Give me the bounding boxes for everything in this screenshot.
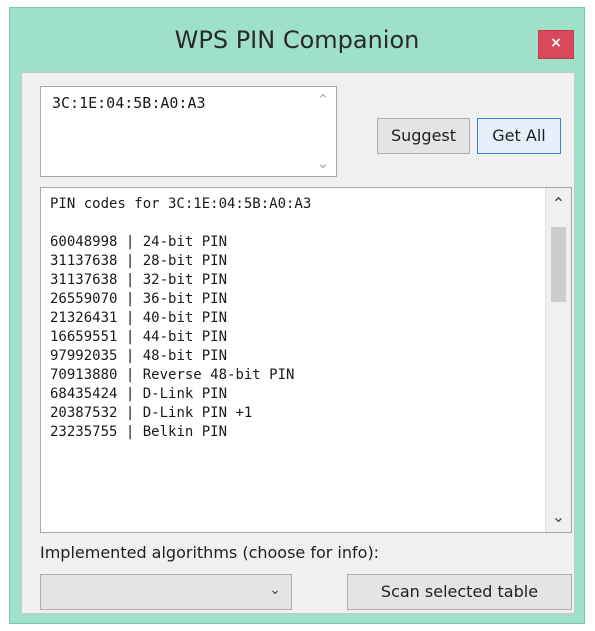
app-window: WPS PIN Companion × 3C:1E:04:5B:A0:A3 ⌃ …	[9, 7, 585, 624]
pin-row: 26559070 | 36-bit PIN	[50, 291, 228, 307]
pin-algorithm: D-Link PIN +1	[142, 405, 253, 421]
chevron-up-icon[interactable]: ⌃	[546, 194, 571, 213]
pin-code: 31137638	[50, 272, 118, 288]
pin-algorithm: 44-bit PIN	[142, 329, 228, 345]
pin-results-content: PIN codes for 3C:1E:04:5B:A0:A3 60048998…	[50, 195, 541, 442]
window-title: WPS PIN Companion	[174, 26, 420, 54]
results-scrollbar[interactable]: ⌃ ⌄	[545, 188, 571, 532]
main-panel: 3C:1E:04:5B:A0:A3 ⌃ ⌄ Suggest Get All PI…	[21, 72, 575, 614]
pin-code: 31137638	[50, 253, 118, 269]
pin-code: 60048998	[50, 234, 118, 250]
pin-row: 60048998 | 24-bit PIN	[50, 234, 228, 250]
algorithms-dropdown[interactable]: ⌄	[40, 574, 292, 610]
pin-algorithm: 48-bit PIN	[142, 348, 228, 364]
pin-code: 97992035	[50, 348, 118, 364]
scroll-thumb[interactable]	[551, 227, 566, 302]
pin-algorithm: D-Link PIN	[142, 386, 228, 402]
pin-code: 20387532	[50, 405, 118, 421]
pin-row: 21326431 | 40-bit PIN	[50, 310, 228, 326]
chevron-down-icon[interactable]: ⌄	[310, 154, 336, 172]
pin-algorithm: 32-bit PIN	[142, 272, 228, 288]
scan-selected-table-button[interactable]: Scan selected table	[347, 574, 572, 610]
pin-row: 31137638 | 32-bit PIN	[50, 272, 228, 288]
chevron-down-icon[interactable]: ⌄	[546, 507, 571, 526]
suggest-button[interactable]: Suggest	[377, 118, 470, 154]
pin-row: 68435424 | D-Link PIN	[50, 386, 228, 402]
mac-address-input[interactable]: 3C:1E:04:5B:A0:A3 ⌃ ⌄	[40, 86, 337, 177]
pin-row: 97992035 | 48-bit PIN	[50, 348, 228, 364]
pin-code: 21326431	[50, 310, 118, 326]
pin-algorithm: 28-bit PIN	[142, 253, 228, 269]
chevron-down-icon: ⌄	[269, 582, 281, 598]
pin-code: 70913880	[50, 367, 118, 383]
pin-algorithm: Belkin PIN	[142, 424, 228, 440]
algorithms-label: Implemented algorithms (choose for info)…	[40, 543, 380, 562]
pin-row: 31137638 | 28-bit PIN	[50, 253, 228, 269]
pin-algorithm: 40-bit PIN	[142, 310, 228, 326]
close-icon: ×	[550, 35, 562, 51]
pin-algorithm: Reverse 48-bit PIN	[142, 367, 295, 383]
pin-row: 20387532 | D-Link PIN +1	[50, 405, 253, 421]
chevron-up-icon[interactable]: ⌃	[310, 91, 336, 109]
pin-row: 23235755 | Belkin PIN	[50, 424, 228, 440]
results-header: PIN codes for 3C:1E:04:5B:A0:A3	[50, 196, 312, 212]
pin-results-textarea[interactable]: PIN codes for 3C:1E:04:5B:A0:A3 60048998…	[40, 187, 572, 533]
pin-code: 16659551	[50, 329, 118, 345]
mac-input-scrollbar[interactable]: ⌃ ⌄	[310, 87, 336, 176]
pin-code: 23235755	[50, 424, 118, 440]
mac-address-value: 3C:1E:04:5B:A0:A3	[52, 94, 206, 112]
close-button[interactable]: ×	[538, 30, 574, 59]
pin-algorithm: 36-bit PIN	[142, 291, 228, 307]
pin-code: 68435424	[50, 386, 118, 402]
pin-list: 60048998 | 24-bit PIN 31137638 | 28-bit P…	[50, 233, 541, 442]
get-all-button[interactable]: Get All	[477, 118, 561, 154]
pin-code: 26559070	[50, 291, 118, 307]
pin-row: 70913880 | Reverse 48-bit PIN	[50, 367, 295, 383]
pin-algorithm: 24-bit PIN	[142, 234, 228, 250]
pin-row: 16659551 | 44-bit PIN	[50, 329, 228, 345]
title-bar[interactable]: WPS PIN Companion ×	[10, 8, 584, 76]
